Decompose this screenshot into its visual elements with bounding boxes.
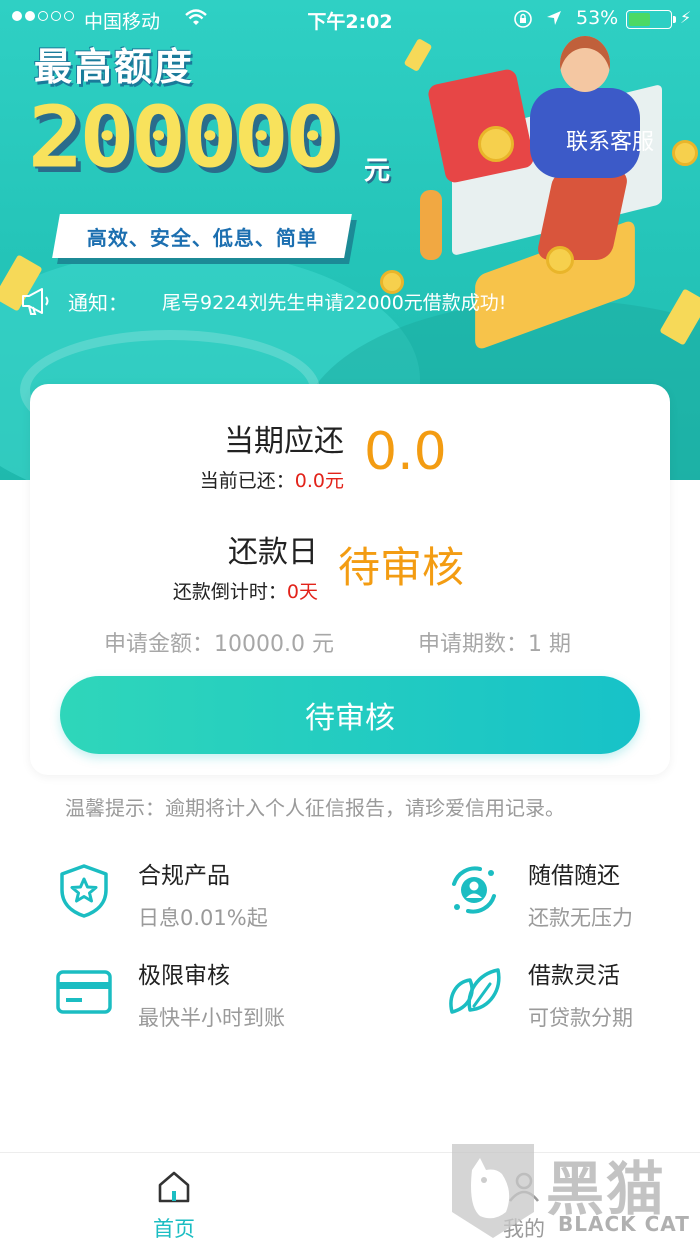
status-bar: 中国移动 下午2:02 53% ⚡: [0, 0, 700, 40]
home-icon: [158, 1171, 190, 1203]
red-envelope-illustration: [426, 67, 536, 185]
watermark-en: BLACK CAT: [558, 1212, 690, 1236]
promo-title: 最高额度: [34, 45, 195, 89]
coin-icon: [546, 246, 574, 274]
feature-title: 借款灵活: [528, 963, 620, 989]
feature-flexible-repay: 随借随还 还款无压力: [444, 856, 700, 936]
notice-bar: 通知： 尾号9224刘先生申请22000元借款成功!: [20, 283, 680, 319]
megaphone-icon: [22, 288, 49, 315]
leaf-icon: [449, 968, 501, 1014]
repayment-card: 当期应还 当前已还：0.0元 0.0 还款日 还款倒计时：0天 待审核 申请金额…: [30, 384, 670, 775]
shield-star-icon: [60, 864, 108, 918]
review-status-button[interactable]: 待审核: [60, 676, 640, 754]
due-date-value: 待审核: [338, 543, 465, 592]
paid-label: 当前已还：: [199, 470, 295, 492]
tab-home-label: 首页: [153, 1217, 195, 1241]
apply-amount: 申请金额：10000.0 元: [104, 632, 334, 657]
current-due-value: 0.0: [364, 422, 447, 482]
paid-value: 0.0元: [294, 470, 344, 492]
apply-periods: 申请期数：1 期: [418, 632, 571, 657]
current-due-label: 当期应还: [224, 424, 344, 459]
battery-icon: [626, 10, 672, 29]
feature-flexible-loan: 借款灵活 可贷款分期: [444, 956, 700, 1036]
black-cat-logo-icon: [452, 1144, 534, 1238]
feature-desc: 最快半小时到账: [138, 1006, 285, 1030]
promo-tagline: 高效、安全、低息、简单: [52, 214, 352, 258]
due-date-label: 还款日: [228, 535, 318, 570]
feature-title: 随借随还: [528, 863, 620, 889]
feature-fast-review: 极限审核 最快半小时到账: [54, 956, 354, 1036]
notice-message: 尾号9224刘先生申请22000元借款成功!: [162, 291, 507, 314]
person-illustration: [560, 36, 610, 92]
countdown-row: 还款倒计时：0天: [173, 577, 318, 604]
charging-icon: ⚡: [680, 8, 692, 27]
feature-compliant-product: 合规产品 日息0.01%起: [54, 856, 354, 936]
location-icon: [547, 11, 561, 25]
orientation-lock-icon: [514, 10, 532, 28]
battery-percent: 53%: [576, 7, 619, 29]
contact-service-link[interactable]: 联系客服: [566, 124, 654, 156]
card-icon: [56, 970, 112, 1014]
paid-amount-row: 当前已还：0.0元: [200, 466, 344, 493]
warm-tip: 温馨提示：逾期将计入个人征信报告，请珍爱信用记录。: [65, 796, 565, 820]
notice-label: 通知：: [68, 290, 128, 315]
promo-amount: 200000: [28, 88, 340, 187]
banknote-icon: [403, 38, 433, 72]
black-cat-watermark: 黑猫 BLACK CAT: [448, 1140, 700, 1245]
coin-icon: [672, 140, 698, 166]
user-cycle-icon: [452, 866, 496, 914]
feature-desc: 日息0.01%起: [138, 906, 268, 930]
feature-desc: 还款无压力: [528, 906, 633, 930]
promo-unit: 元: [364, 156, 391, 186]
promo-tagline-text: 高效、安全、低息、简单: [86, 225, 318, 250]
small-person-illustration: [420, 190, 442, 260]
countdown-label: 还款倒计时：: [172, 581, 287, 603]
tab-home[interactable]: 首页: [114, 1153, 234, 1245]
feature-desc: 可贷款分期: [528, 1006, 633, 1030]
feature-title: 极限审核: [138, 963, 230, 989]
countdown-value: 0天: [286, 581, 318, 603]
coin-icon: [478, 126, 514, 162]
feature-title: 合规产品: [138, 863, 230, 889]
battery-tip: [673, 16, 676, 23]
